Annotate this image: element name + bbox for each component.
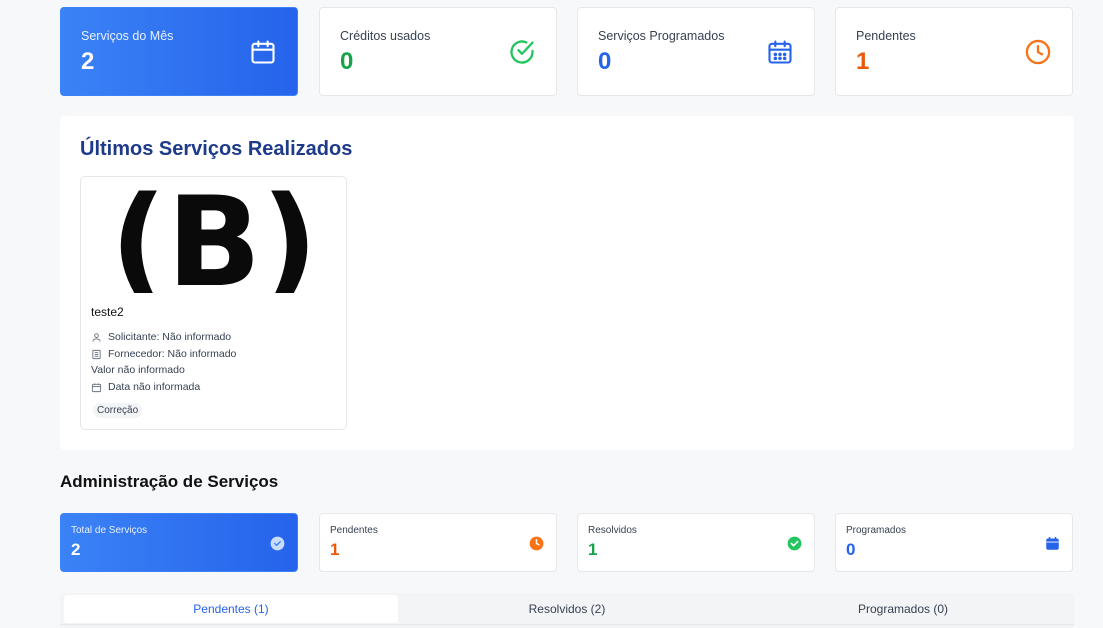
panel-title: Últimos Serviços Realizados: [80, 138, 353, 160]
stat-label: Pendentes: [856, 29, 916, 43]
requester-row: Solicitante: Não informado: [91, 331, 231, 343]
stat-card-credits-used: Créditos usados 0: [319, 7, 557, 96]
tab-scheduled[interactable]: Programados (0): [736, 595, 1070, 623]
supplier-text: Fornecedor: Não informado: [108, 348, 237, 360]
stat-card-scheduled-services: Serviços Programados 0: [577, 7, 815, 96]
stat-label: Serviços do Mês: [81, 29, 174, 43]
check-badge-icon: [270, 536, 285, 551]
admin-stat-resolved: Resolvidos 1: [577, 513, 815, 572]
clock-icon: [529, 536, 544, 551]
admin-stat-pending: Pendentes 1: [319, 513, 557, 572]
stat-value: 0: [598, 48, 612, 75]
date-text: Data não informada: [108, 381, 201, 393]
calendar-grid-icon: [768, 40, 792, 64]
user-icon: [92, 332, 101, 342]
stat-value: 2: [71, 540, 81, 559]
clock-icon: [1025, 39, 1051, 65]
recent-services-panel: Últimos Serviços Realizados (B) teste2 S…: [60, 116, 1074, 450]
stat-value: 0: [846, 540, 856, 559]
value-text: Valor não informado: [91, 364, 185, 376]
services-tabs: Pendentes (1) Resolvidos (2) Programados…: [60, 593, 1074, 628]
tab-pending[interactable]: Pendentes (1): [64, 595, 398, 623]
service-logo: (B): [107, 187, 321, 293]
admin-section-title: Administração de Serviços: [60, 472, 279, 491]
stat-label: Programados: [846, 525, 907, 536]
stat-card-services-month: Serviços do Mês 2: [60, 7, 298, 96]
requester-text: Solicitante: Não informado: [108, 331, 232, 343]
category-tag: Correção: [93, 403, 143, 418]
tabs-divider: [60, 624, 1074, 625]
value-row: Valor não informado: [91, 364, 185, 376]
building-icon: [92, 349, 101, 359]
stat-value: 1: [588, 540, 598, 559]
stat-value: 2: [81, 48, 95, 75]
check-circle-icon: [787, 536, 802, 551]
stat-label: Serviços Programados: [598, 29, 725, 43]
service-name: teste2: [91, 305, 124, 319]
tab-resolved[interactable]: Resolvidos (2): [400, 595, 734, 623]
calendar-icon: [1046, 536, 1059, 550]
stat-card-pending: Pendentes 1: [835, 7, 1073, 96]
supplier-row: Fornecedor: Não informado: [91, 348, 236, 360]
stat-label: Resolvidos: [588, 525, 637, 536]
stat-label: Total de Serviços: [71, 525, 148, 536]
admin-stat-total: Total de Serviços 2: [60, 513, 298, 572]
service-card[interactable]: (B) teste2 Solicitante: Não informado Fo…: [80, 176, 347, 430]
stat-label: Créditos usados: [340, 29, 431, 43]
stat-value: 1: [330, 540, 340, 559]
admin-stat-scheduled: Programados 0: [835, 513, 1073, 572]
date-row: Data não informada: [91, 381, 200, 393]
svg-text:(B): (B): [110, 187, 318, 293]
calendar-icon: [251, 40, 275, 64]
stat-value: 0: [340, 48, 354, 75]
stat-value: 1: [856, 48, 870, 75]
stat-label: Pendentes: [330, 525, 378, 536]
calendar-small-icon: [91, 382, 102, 392]
check-circle-icon: [510, 40, 534, 64]
